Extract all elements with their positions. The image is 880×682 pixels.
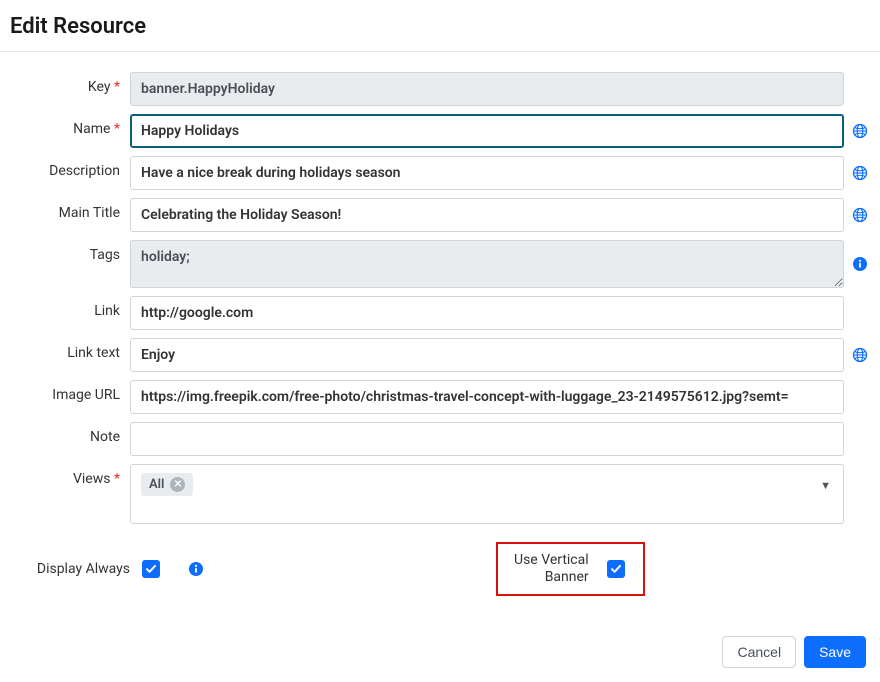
info-icon[interactable] [852, 256, 868, 272]
label-views: Views [10, 464, 130, 487]
save-button[interactable]: Save [804, 636, 866, 668]
views-chip-label: All [149, 477, 164, 492]
globe-icon[interactable] [852, 165, 868, 181]
close-icon[interactable]: ✕ [170, 477, 185, 492]
row-link: Link [10, 296, 870, 330]
cancel-button[interactable]: Cancel [722, 636, 796, 668]
info-icon[interactable] [188, 561, 204, 577]
label-tags: Tags [10, 240, 130, 263]
check-icon [145, 563, 157, 575]
name-input[interactable] [130, 114, 844, 148]
label-display-always: Display Always [10, 561, 142, 577]
label-name: Name [10, 114, 130, 137]
row-name: Name [10, 114, 870, 148]
page-header: Edit Resource [0, 0, 880, 52]
row-description: Description [10, 156, 870, 190]
page-title: Edit Resource [10, 14, 870, 39]
link-text-input[interactable] [130, 338, 844, 372]
globe-icon[interactable] [852, 123, 868, 139]
link-input[interactable] [130, 296, 844, 330]
label-key: Key [10, 72, 130, 95]
label-note: Note [10, 422, 130, 445]
label-description: Description [10, 156, 130, 179]
views-select[interactable]: All ✕ ▼ [130, 464, 844, 524]
row-link-text: Link text [10, 338, 870, 372]
globe-icon[interactable] [852, 207, 868, 223]
label-link-text: Link text [10, 338, 130, 361]
row-main-title: Main Title [10, 198, 870, 232]
note-input[interactable] [130, 422, 844, 456]
label-use-vertical-banner: Use Vertical Banner [514, 552, 589, 586]
chevron-down-icon[interactable]: ▼ [820, 473, 833, 492]
main-title-input[interactable] [130, 198, 844, 232]
views-chip: All ✕ [141, 473, 193, 496]
label-image-url: Image URL [10, 380, 130, 403]
description-input[interactable] [130, 156, 844, 190]
use-vertical-banner-group: Use Vertical Banner [496, 542, 645, 596]
globe-icon[interactable] [852, 347, 868, 363]
use-vertical-banner-checkbox[interactable] [607, 560, 625, 578]
label-link: Link [10, 296, 130, 319]
edit-resource-form: Key Name Description Main Title [0, 52, 880, 626]
key-input [130, 72, 844, 106]
display-always-checkbox[interactable] [142, 560, 160, 578]
row-checkboxes: Display Always Use Vertical Banner [10, 542, 870, 596]
footer-actions: Cancel Save [0, 626, 880, 682]
row-image-url: Image URL [10, 380, 870, 414]
check-icon [610, 563, 622, 575]
row-tags: Tags holiday; [10, 240, 870, 288]
label-main-title: Main Title [10, 198, 130, 221]
row-key: Key [10, 72, 870, 106]
row-views: Views All ✕ ▼ [10, 464, 870, 524]
row-note: Note [10, 422, 870, 456]
tags-input[interactable]: holiday; [130, 240, 844, 288]
image-url-input[interactable] [130, 380, 844, 414]
